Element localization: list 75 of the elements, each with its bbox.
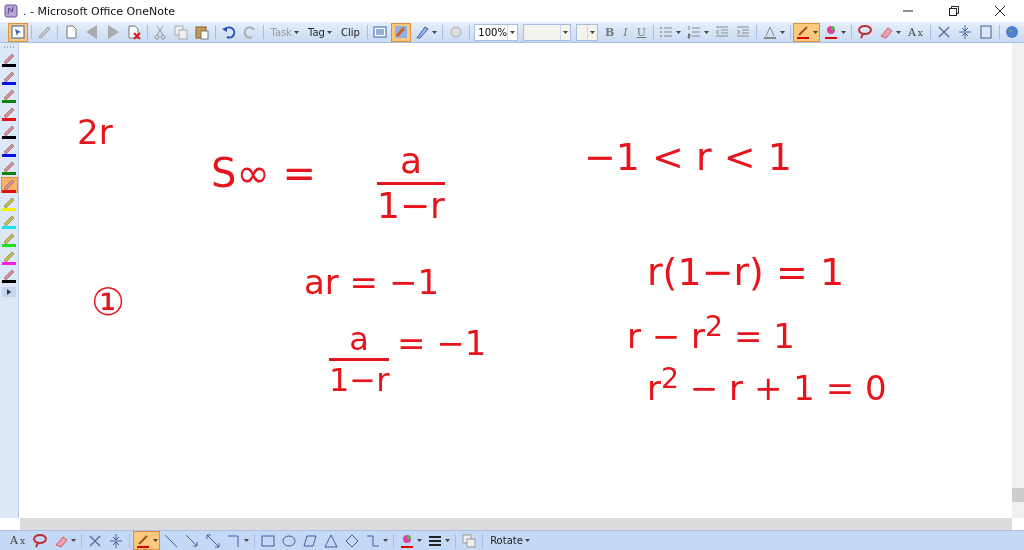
cut-icon [152, 24, 169, 40]
triangle-icon [323, 532, 340, 549]
copy-icon [173, 24, 190, 40]
grip-icon [3, 46, 15, 49]
ink-numerator: a [349, 323, 369, 355]
parallelogram-icon [302, 532, 319, 549]
ink-text: r$^{2}$ − r + 1 = 0 [647, 365, 887, 406]
page-view-icon [977, 24, 994, 40]
pen-icon [36, 24, 53, 40]
ink-text: S∞ = [211, 153, 316, 193]
caret-icon [590, 30, 595, 34]
horizontal-scrollbar[interactable] [20, 518, 1012, 530]
ink-text: 2r [77, 115, 113, 149]
italic-button[interactable]: I [619, 22, 632, 42]
font-size-dropdown[interactable] [575, 23, 598, 41]
globe-icon [1004, 24, 1020, 40]
more-pens-button[interactable] [2, 287, 16, 297]
list-view-icon [372, 24, 389, 40]
delete-page-icon [125, 24, 142, 40]
bold-button[interactable]: B [601, 22, 619, 42]
select-button[interactable] [8, 22, 28, 42]
delete-icon [87, 532, 104, 549]
pen-color-icon [135, 532, 152, 549]
insert-space-icon [108, 532, 125, 549]
paste-icon [194, 24, 211, 40]
ink-numerator: a [399, 143, 422, 179]
double-arrow-icon [205, 532, 222, 549]
outdent-icon [714, 24, 731, 40]
line-icon [163, 532, 180, 549]
ink-denominator: 1−r [377, 188, 445, 224]
ink-text: −1 < r < 1 [584, 138, 792, 176]
redo-icon [241, 24, 258, 40]
close-icon[interactable] [994, 5, 1006, 17]
color-wheel-icon [399, 532, 416, 549]
ink-text: r − r$^{2}$ = 1 [627, 313, 795, 354]
indent-icon [735, 24, 752, 40]
toolbar-button[interactable]: Tag [304, 22, 336, 42]
pen-mode-button[interactable] [391, 22, 412, 42]
pen-color-icon [795, 24, 812, 40]
ink-text: r(1−r) = 1 [647, 253, 845, 291]
lasso-icon [856, 24, 873, 40]
ink-text: = −1 [397, 326, 487, 360]
caret-icon [509, 30, 515, 34]
undo-icon [220, 24, 237, 40]
pen-color-button[interactable] [133, 531, 161, 550]
circle-icon [281, 532, 298, 549]
ink-denominator: 1−r [329, 364, 390, 396]
expand-icon [5, 288, 13, 296]
ink-text: ar = −1 [304, 265, 440, 299]
underline-button[interactable]: U [632, 22, 650, 42]
rectangle-icon [260, 532, 277, 549]
diamond-icon [344, 532, 361, 549]
font-dropdown[interactable] [522, 23, 571, 41]
delete-icon [935, 24, 952, 40]
bullets-icon [658, 24, 675, 40]
zoom-dropdown[interactable]: 100% [474, 23, 518, 41]
vertical-scrollbar[interactable] [1012, 43, 1024, 518]
window-title: . - Microsoft Office OneNote [23, 4, 176, 18]
restore-icon[interactable] [948, 5, 960, 17]
caret-icon [562, 30, 568, 34]
lasso-icon [32, 532, 49, 549]
arrange-icon [461, 532, 478, 549]
numbering-icon [686, 24, 703, 40]
insert-space-icon [956, 24, 973, 40]
ink-text: ① [91, 283, 126, 321]
toolbar-button[interactable]: Clip [336, 22, 364, 42]
font-color-icon [761, 24, 778, 40]
pen-mode-icon [393, 24, 410, 40]
color-wheel-icon [823, 24, 840, 40]
connector-icon [365, 532, 382, 549]
toolbar-button[interactable]: Rotate [486, 531, 534, 550]
arrow-icon [184, 532, 201, 549]
app-icon [4, 4, 18, 18]
select-icon [10, 24, 26, 40]
pen-color-button[interactable] [793, 22, 821, 42]
